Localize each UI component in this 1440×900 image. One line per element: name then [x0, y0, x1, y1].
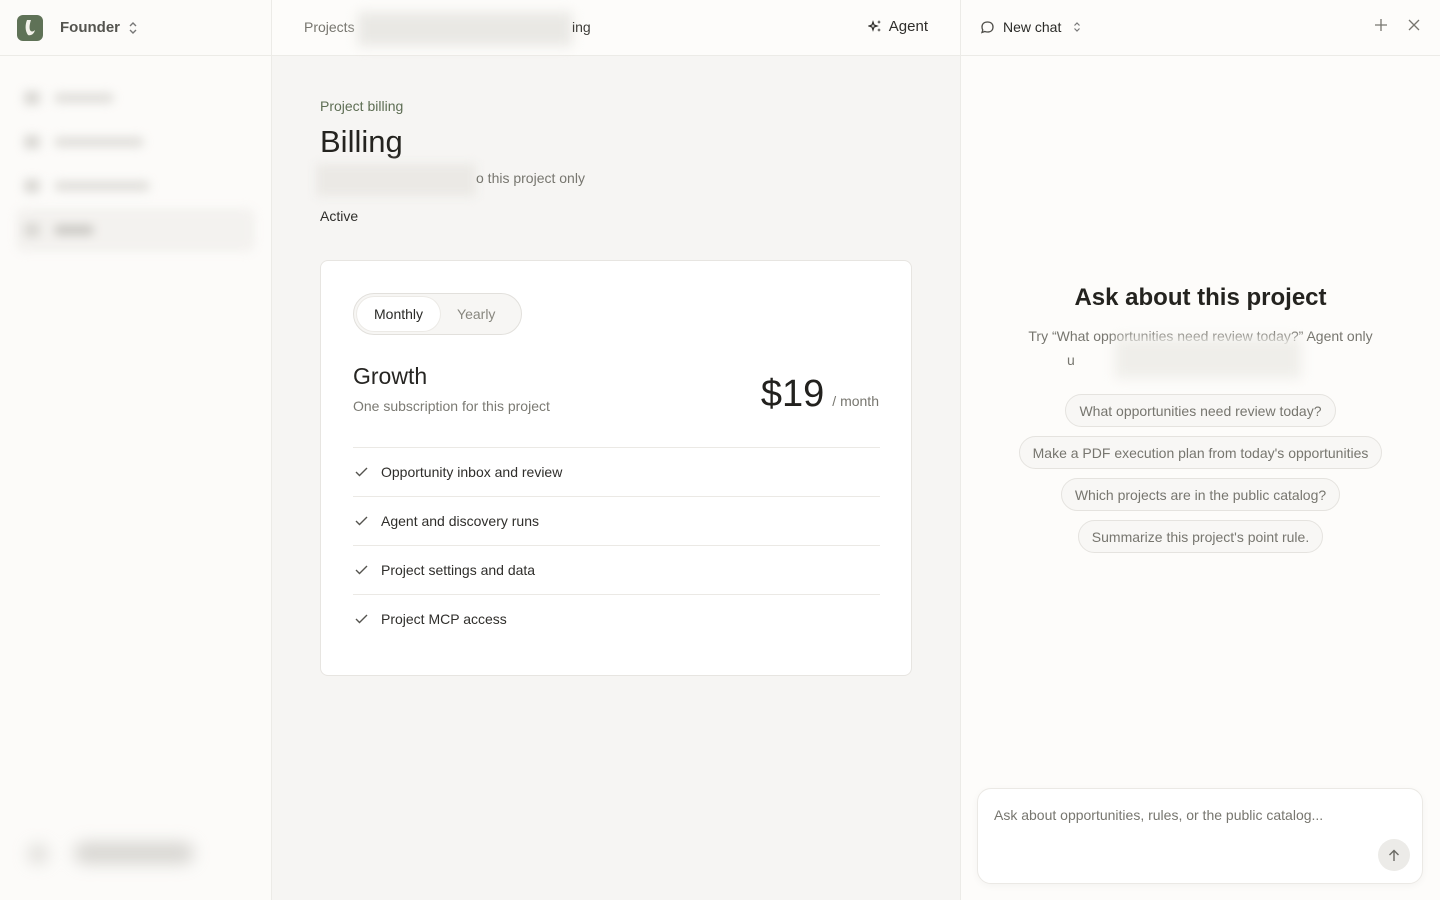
workspace-switcher[interactable]: Founder [0, 0, 271, 56]
plan-price: $19 / month [761, 373, 879, 416]
sidebar-item-3[interactable] [0, 164, 271, 208]
nav-item-label-redacted [54, 225, 94, 235]
check-icon [353, 563, 381, 578]
chat-composer [977, 788, 1423, 884]
chat-empty-heading: Ask about this project [1074, 284, 1327, 311]
new-chat-plus-icon[interactable] [1374, 15, 1388, 38]
billing-period-toggle: Monthly Yearly [353, 293, 522, 335]
breadcrumb-redacted [358, 12, 572, 46]
feature-list: Opportunity inbox and review Agent and d… [353, 447, 880, 643]
check-icon [353, 612, 381, 627]
feature-label: Project settings and data [381, 562, 536, 578]
sidebar-item-2[interactable] [0, 120, 271, 164]
breadcrumb-projects[interactable]: Projects [304, 19, 355, 35]
nav-item-label-redacted [54, 137, 144, 147]
workspace-name: Founder [60, 19, 120, 36]
chat-bubble-icon [980, 20, 994, 34]
chevron-updown-icon [128, 21, 138, 35]
plan-card: Monthly Yearly Growth One subscription f… [320, 260, 912, 676]
toggle-yearly[interactable]: Yearly [440, 297, 512, 331]
close-icon[interactable] [1408, 15, 1420, 36]
page-eyebrow: Project billing [320, 98, 404, 114]
plan-description: One subscription for this project [353, 398, 550, 414]
list-item: Project settings and data [353, 545, 880, 594]
nav-item-icon [24, 179, 40, 193]
page-subtitle: o this project only [476, 170, 585, 186]
suggestion-chip[interactable]: Which projects are in the public catalog… [1060, 478, 1341, 511]
avatar [28, 844, 48, 864]
topbar: Projects ing Agent [272, 0, 960, 56]
sidebar: Founder [0, 0, 272, 900]
chat-selector[interactable]: New chat [980, 19, 1081, 35]
chat-panel: New chat Ask about this project Try “Wha… [961, 0, 1440, 900]
list-item: Agent and discovery runs [353, 496, 880, 545]
agent-button[interactable]: Agent [867, 18, 928, 35]
sidebar-item-billing[interactable] [16, 208, 255, 252]
suggestion-list: What opportunities need review today? Ma… [961, 394, 1440, 553]
feature-label: Opportunity inbox and review [381, 464, 563, 480]
send-button[interactable] [1378, 839, 1410, 871]
suggestion-chip[interactable]: What opportunities need review today? [1065, 394, 1336, 427]
sidebar-nav [0, 56, 271, 252]
chevron-updown-icon [1073, 21, 1081, 33]
sparkle-icon [867, 20, 881, 32]
suggestion-chip[interactable]: Make a PDF execution plan from today's o… [1018, 436, 1383, 469]
chat-header: New chat [961, 0, 1440, 56]
toggle-monthly[interactable]: Monthly [357, 297, 441, 331]
nav-item-label-redacted [54, 93, 114, 103]
sidebar-footer-redacted[interactable] [24, 830, 244, 876]
sidebar-item-1[interactable] [0, 76, 271, 120]
subtitle-redacted [316, 164, 476, 196]
user-label-redacted [74, 842, 194, 864]
nav-item-icon [24, 135, 40, 149]
hint-redacted [1115, 338, 1301, 378]
arrow-up-icon [1389, 849, 1399, 861]
price-period: / month [832, 393, 879, 409]
suggestion-chip[interactable]: Summarize this project's point rule. [1077, 520, 1324, 553]
chat-input[interactable] [994, 807, 1374, 823]
nav-item-icon [24, 223, 40, 237]
list-item: Opportunity inbox and review [353, 447, 880, 496]
check-icon [353, 465, 381, 480]
price-amount: $19 [760, 373, 825, 415]
page-title: Billing [320, 124, 403, 159]
feature-label: Project MCP access [381, 611, 507, 627]
list-item: Project MCP access [353, 594, 880, 643]
feature-label: Agent and discovery runs [381, 513, 539, 529]
chat-title: New chat [1003, 19, 1062, 35]
agent-button-label: Agent [888, 18, 928, 35]
nav-item-label-redacted [54, 181, 150, 191]
workspace-logo-icon [17, 14, 43, 41]
status-badge: Active [320, 208, 359, 224]
breadcrumb-current: ing [572, 19, 591, 35]
plan-name: Growth [353, 363, 428, 389]
main-content: Projects ing Agent Project billing Billi… [272, 0, 961, 900]
nav-item-icon [24, 91, 40, 105]
check-icon [353, 514, 381, 529]
